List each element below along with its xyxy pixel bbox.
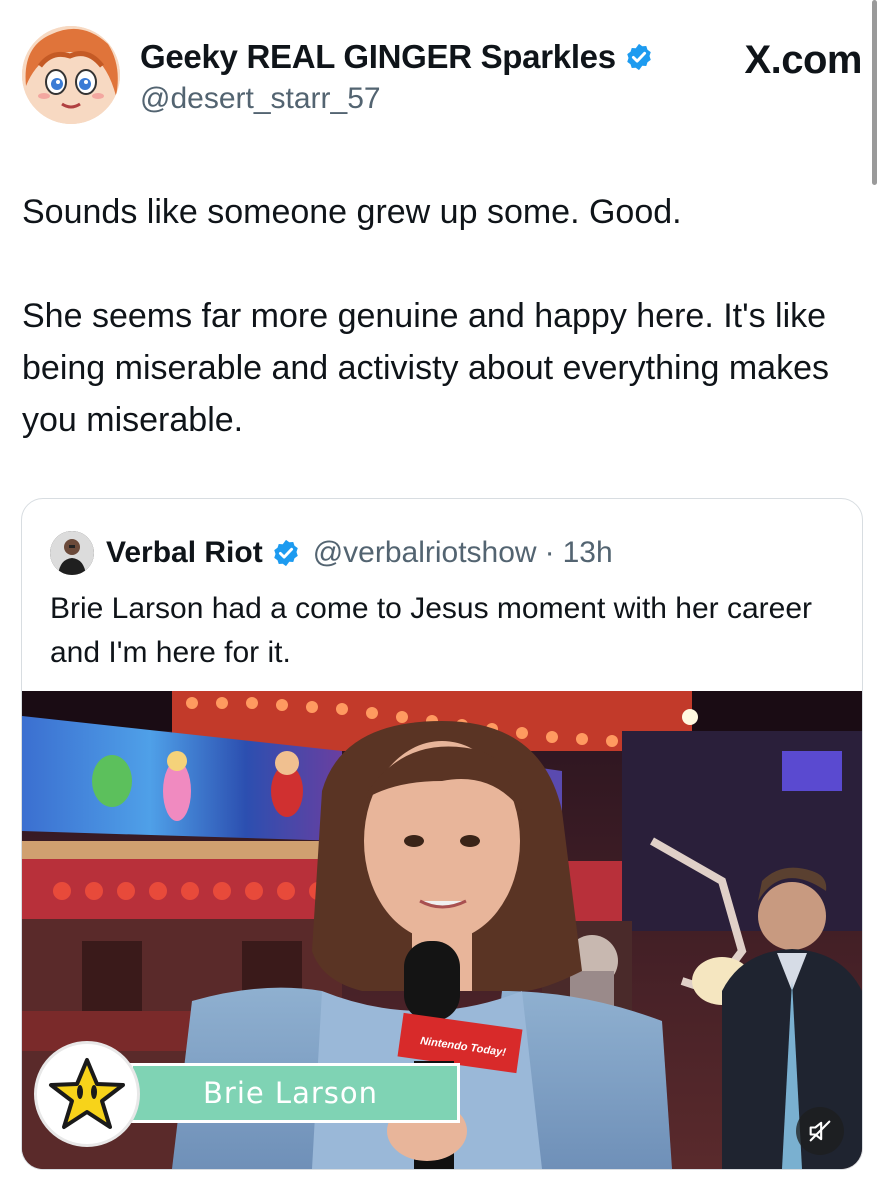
quoted-video[interactable]: Nintendo Today! Brie Larson <box>22 691 862 1169</box>
author-handle[interactable]: @desert_starr_57 <box>140 82 654 116</box>
quoted-author-name[interactable]: Verbal Riot <box>106 536 263 570</box>
super-star-icon <box>34 1041 140 1147</box>
quoted-tweet-header: Verbal Riot @verbalriotshow · 13h <box>50 531 613 575</box>
quoted-avatar-illustration <box>50 531 94 575</box>
tweet-header: Geeky REAL GINGER Sparkles @desert_starr… <box>22 26 862 136</box>
volume-muted-icon <box>809 1120 831 1142</box>
quoted-author-avatar[interactable] <box>50 531 94 575</box>
tweet-paragraph: She seems far more genuine and happy her… <box>22 297 829 439</box>
name-plate: Brie Larson <box>130 1063 460 1123</box>
tweet-text: Sounds like someone grew up some. Good. … <box>22 186 872 446</box>
quoted-tweet-card[interactable]: Verbal Riot @verbalriotshow · 13h Brie L… <box>21 498 863 1170</box>
avatar-illustration <box>22 26 120 124</box>
author-avatar[interactable] <box>22 26 120 124</box>
author-name-row[interactable]: Geeky REAL GINGER Sparkles <box>140 38 654 76</box>
quoted-author-handle[interactable]: @verbalriotshow <box>313 536 537 570</box>
mute-toggle-button[interactable] <box>796 1107 844 1155</box>
page-scrollbar[interactable] <box>872 0 877 185</box>
quoted-tweet-time[interactable]: 13h <box>563 536 613 570</box>
verified-badge-icon <box>627 43 651 71</box>
x-com-watermark: X.com <box>744 38 862 82</box>
separator-dot: · <box>544 536 555 569</box>
quoted-tweet-text: Brie Larson had a come to Jesus moment w… <box>50 592 813 669</box>
tweet-paragraph: Sounds like someone grew up some. Good. <box>22 193 682 231</box>
author-display-name[interactable]: Geeky REAL GINGER Sparkles <box>140 38 616 76</box>
verified-badge-icon <box>273 539 298 567</box>
